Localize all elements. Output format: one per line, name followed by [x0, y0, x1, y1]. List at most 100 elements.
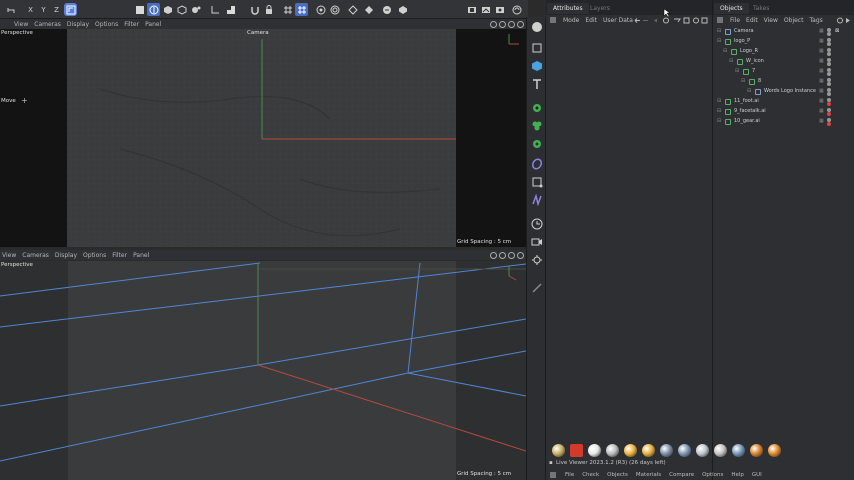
lv-menu-help[interactable]: Help [731, 472, 744, 478]
render-visibility-dot[interactable] [827, 32, 831, 36]
zoom-icon-bottom[interactable] [499, 251, 506, 259]
deformer-icon[interactable] [396, 3, 409, 16]
viewport-bottom[interactable] [0, 261, 526, 480]
rotate-icon-bottom[interactable] [508, 251, 515, 259]
gear-icon[interactable] [530, 137, 544, 151]
expand-toggle-icon[interactable]: ⊟ [723, 48, 729, 54]
y-axis-lock[interactable]: Y [37, 3, 50, 16]
text-tool-icon[interactable] [530, 77, 544, 91]
field-tool-icon[interactable] [530, 193, 544, 207]
move-tool-icon[interactable] [133, 3, 146, 16]
rectangle-tool-icon[interactable] [530, 41, 544, 55]
scene-tool-icon[interactable] [530, 217, 544, 231]
expand-toggle-icon[interactable]: ⊟ [735, 68, 741, 74]
menu-user-data[interactable]: User Data [603, 17, 633, 24]
camera-tool-icon[interactable] [530, 235, 544, 249]
material-swatch[interactable] [696, 444, 709, 457]
snap-icon[interactable] [224, 3, 237, 16]
lv-menu-options[interactable]: Options [702, 472, 723, 478]
visibility-toggle-icon[interactable]: ▦ [819, 28, 825, 34]
material-swatch[interactable] [588, 444, 601, 457]
material-swatch[interactable] [624, 444, 637, 457]
menu-cameras-bottom[interactable]: Cameras [22, 252, 49, 259]
z-axis-lock[interactable]: Z [50, 3, 63, 16]
mograph-effector-icon[interactable] [530, 119, 544, 133]
live-select-icon[interactable] [147, 3, 160, 16]
objects-menu-edit[interactable]: Edit [746, 17, 758, 24]
magnet-icon[interactable] [248, 3, 261, 16]
object-row[interactable]: ⊟ Camera ▦ ⊠ [713, 27, 854, 37]
material-swatch[interactable] [732, 444, 745, 457]
visibility-toggle-icon[interactable]: ▦ [819, 108, 825, 114]
rotate-icon[interactable] [508, 20, 515, 28]
object-row[interactable]: ⊟ 7 ▦ [713, 67, 854, 77]
visibility-toggle-icon[interactable]: ▦ [819, 38, 825, 44]
material-swatch[interactable] [768, 444, 781, 457]
xpresso-icon[interactable] [380, 3, 393, 16]
visibility-toggle-icon[interactable]: ▦ [819, 118, 825, 124]
maximize-icon[interactable] [517, 20, 524, 28]
polygon-icon[interactable] [175, 3, 188, 16]
render-view-icon[interactable] [328, 3, 341, 16]
visibility-toggle-icon[interactable]: ▦ [819, 48, 825, 54]
workplane-icon[interactable] [208, 3, 221, 16]
pan-icon-bottom[interactable] [490, 251, 497, 259]
menu-display-bottom[interactable]: Display [55, 252, 77, 259]
camera-tag-icon[interactable]: ⊠ [835, 28, 841, 34]
menu-options-bottom[interactable]: Options [83, 252, 106, 259]
render-visibility-dot[interactable] [827, 92, 831, 96]
cube-icon[interactable] [161, 3, 174, 16]
material-swatch[interactable] [570, 444, 583, 457]
material-swatch[interactable] [714, 444, 727, 457]
undo-icon[interactable] [4, 3, 17, 16]
menu-options[interactable]: Options [95, 21, 118, 28]
expand-toggle-icon[interactable]: ⊟ [717, 28, 723, 34]
x-axis-lock[interactable]: X [24, 3, 37, 16]
menu-cameras[interactable]: Cameras [34, 21, 61, 28]
tab-attributes[interactable]: Attributes [547, 3, 589, 14]
menu-panel-bottom[interactable]: Panel [133, 252, 149, 259]
brush-tool-icon[interactable] [530, 281, 544, 295]
visibility-toggle-icon[interactable]: ▦ [819, 68, 825, 74]
particle-icon[interactable] [362, 3, 375, 16]
material-swatch[interactable] [642, 444, 655, 457]
objects-menu-file[interactable]: File [730, 17, 740, 24]
zoom-icon[interactable] [499, 20, 506, 28]
hamburger-icon[interactable] [549, 16, 557, 24]
expand-toggle-icon[interactable]: ⊟ [717, 98, 723, 104]
live-viewer-hamburger-icon[interactable] [549, 471, 557, 479]
expand-toggle-icon[interactable]: ⊟ [741, 78, 747, 84]
mograph-cloner-icon[interactable] [530, 101, 544, 115]
lv-menu-check[interactable]: Check [582, 472, 599, 478]
paint-icon[interactable] [189, 3, 202, 16]
object-row[interactable]: ⊟ 8 ▦ [713, 77, 854, 87]
spline-tool-icon[interactable] [530, 175, 544, 189]
lv-menu-file[interactable]: File [565, 472, 574, 478]
render-visibility-dot[interactable] [827, 62, 831, 66]
render-queue-icon[interactable] [493, 3, 506, 16]
render-region-icon[interactable] [314, 3, 327, 16]
expand-toggle-icon[interactable]: ⊟ [717, 108, 723, 114]
menu-view-bottom[interactable]: View [2, 252, 16, 259]
snap-grid-icon[interactable] [295, 3, 308, 16]
render-visibility-dot[interactable] [827, 112, 831, 116]
render-visibility-dot[interactable] [827, 72, 831, 76]
pan-icon[interactable] [490, 20, 497, 28]
tab-objects[interactable]: Objects [714, 3, 749, 14]
render-visibility-dot[interactable] [827, 82, 831, 86]
objects-hamburger-icon[interactable] [716, 16, 724, 24]
expand-toggle-icon[interactable]: ⊟ [717, 38, 723, 44]
object-row[interactable]: ⊟ Logo_R ▦ [713, 47, 854, 57]
expand-toggle-icon[interactable]: ⊟ [717, 118, 723, 124]
menu-panel[interactable]: Panel [145, 21, 161, 28]
object-row[interactable]: ⊟ 10_gear.ai ▦ [713, 117, 854, 127]
maximize-icon-bottom[interactable] [517, 251, 524, 259]
objects-menu-view[interactable]: View [764, 17, 778, 24]
object-row[interactable]: ⊟ logo_P ▦ [713, 37, 854, 47]
render-visibility-dot[interactable] [827, 122, 831, 126]
material-swatch[interactable] [660, 444, 673, 457]
object-row[interactable]: ⊟ Words Logo Instance ▦ [713, 87, 854, 97]
object-row[interactable]: ⊟ 11_foot.ai ▦ [713, 97, 854, 107]
picture-viewer-icon[interactable] [479, 3, 492, 16]
tab-layers[interactable]: Layers [584, 3, 616, 14]
